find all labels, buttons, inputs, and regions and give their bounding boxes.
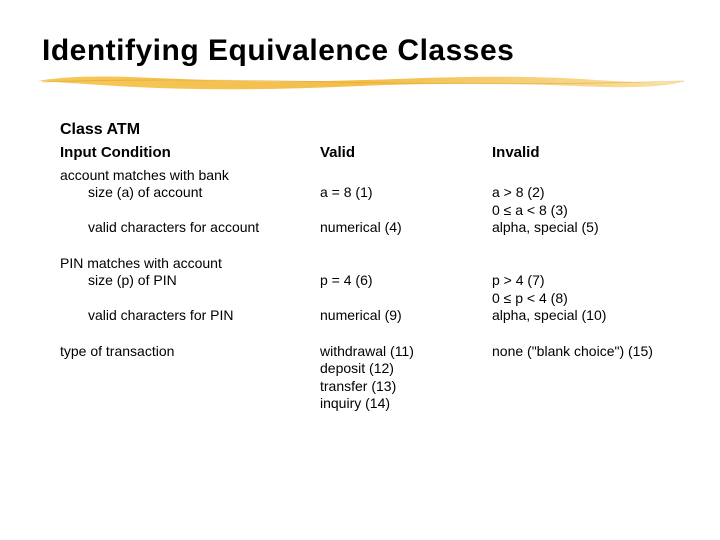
invalid-transaction: none ("blank choice") (15) [492, 343, 700, 413]
table-row: type of transaction withdrawal (11) depo… [60, 343, 700, 413]
row-spacer [60, 237, 700, 255]
title-underline [42, 74, 678, 92]
invalid-account-chars: alpha, special (5) [492, 219, 700, 237]
invalid-pin-size: p > 4 (7) 0 ≤ p < 4 (8) [492, 272, 700, 307]
table-row: valid characters for account numerical (… [60, 219, 700, 237]
page-title: Identifying Equivalence Classes [42, 34, 678, 68]
slide: Identifying Equivalence Classes Class AT… [0, 0, 720, 540]
cond-pin-chars: valid characters for PIN [60, 307, 314, 325]
group-label-pin: PIN matches with account [60, 255, 320, 273]
class-heading: Class ATM [60, 120, 678, 140]
valid-account-size: a = 8 (1) [320, 184, 492, 219]
table-row: size (a) of account a = 8 (1) a > 8 (2) … [60, 184, 700, 219]
valid-account-chars: numerical (4) [320, 219, 492, 237]
col-header-input: Input Condition [60, 144, 320, 167]
equivalence-table: Input Condition Valid Invalid account ma… [60, 144, 700, 413]
group-label-account: account matches with bank [60, 167, 320, 185]
invalid-pin-chars: alpha, special (10) [492, 307, 700, 325]
table-row: PIN matches with account [60, 255, 700, 273]
table-row: size (p) of PIN p = 4 (6) p > 4 (7) 0 ≤ … [60, 272, 700, 307]
col-header-valid: Valid [320, 144, 492, 167]
row-spacer [60, 325, 700, 343]
valid-pin-chars: numerical (9) [320, 307, 492, 325]
table-row: valid characters for PIN numerical (9) a… [60, 307, 700, 325]
brush-stroke-icon [36, 72, 696, 94]
invalid-account-size: a > 8 (2) 0 ≤ a < 8 (3) [492, 184, 700, 219]
content-area: Class ATM Input Condition Valid Invalid … [42, 120, 678, 413]
cond-account-chars: valid characters for account [60, 219, 314, 237]
cond-pin-size: size (p) of PIN [60, 272, 314, 290]
table-row: account matches with bank [60, 167, 700, 185]
cond-transaction-type: type of transaction [60, 343, 320, 413]
col-header-invalid: Invalid [492, 144, 700, 167]
valid-transaction: withdrawal (11) deposit (12) transfer (1… [320, 343, 492, 413]
table-header-row: Input Condition Valid Invalid [60, 144, 700, 167]
valid-pin-size: p = 4 (6) [320, 272, 492, 307]
cond-account-size: size (a) of account [60, 184, 314, 202]
